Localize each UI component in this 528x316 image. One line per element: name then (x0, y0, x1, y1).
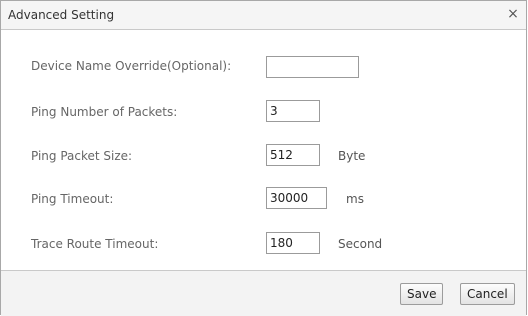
device-name-override-label: Device Name Override(Optional): (31, 59, 232, 73)
advanced-setting-dialog: Advanced Setting × Device Name Override(… (0, 0, 527, 316)
ping-packet-size-unit: Byte (338, 149, 366, 163)
dialog-titlebar: Advanced Setting × (1, 1, 526, 30)
ping-packet-size-label: Ping Packet Size: (31, 149, 133, 163)
dialog-title: Advanced Setting (8, 8, 115, 22)
close-icon[interactable]: × (505, 5, 521, 23)
trace-route-timeout-label: Trace Route Timeout: (31, 237, 159, 251)
ping-timeout-label: Ping Timeout: (31, 192, 114, 206)
ping-packet-size-input[interactable] (266, 144, 320, 166)
trace-route-timeout-unit: Second (338, 237, 383, 251)
ping-number-of-packets-label: Ping Number of Packets: (31, 105, 178, 119)
save-button[interactable]: Save (400, 283, 444, 305)
dialog-footer: Save Cancel (1, 270, 526, 316)
ping-timeout-unit: ms (346, 192, 364, 206)
cancel-button[interactable]: Cancel (460, 283, 515, 305)
device-name-override-input[interactable] (266, 56, 359, 78)
trace-route-timeout-input[interactable] (266, 232, 320, 254)
ping-timeout-input[interactable] (266, 187, 327, 209)
ping-number-of-packets-input[interactable] (266, 100, 320, 122)
